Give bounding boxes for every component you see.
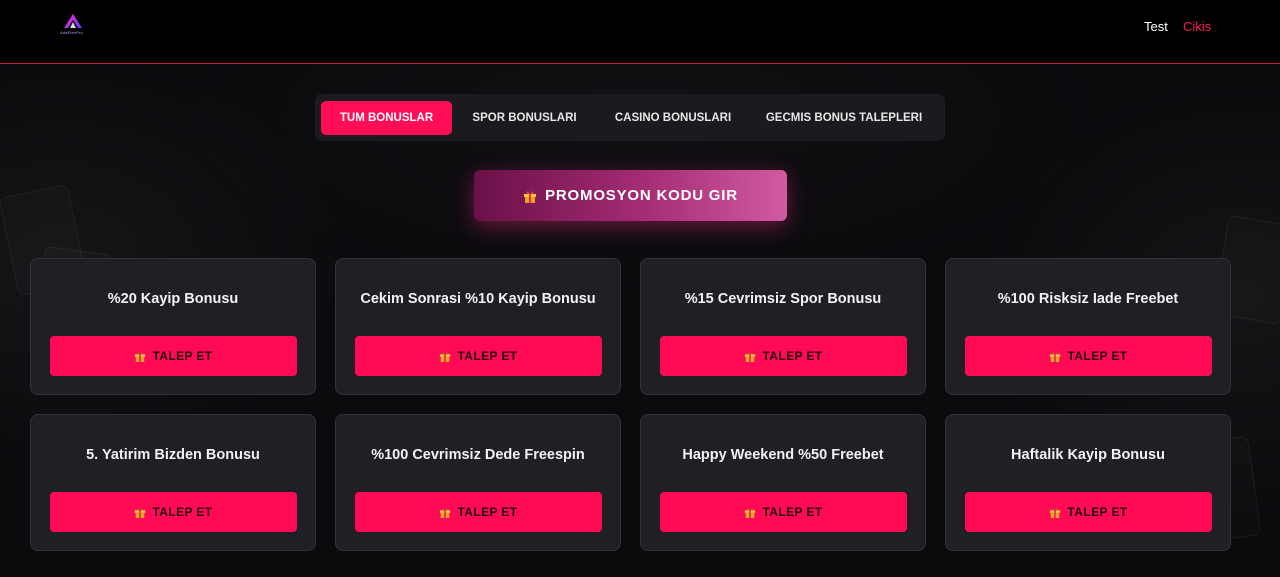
bonus-title: %15 Cevrimsiz Spor Bonusu — [684, 291, 882, 307]
bonus-card: %100 Cevrimsiz Dede Freespin TALEP ET — [335, 414, 621, 551]
bonus-category-tabs: TUM BONUSLAR SPOR BONUSLARI CASINO BONUS… — [315, 94, 945, 141]
claim-label: TALEP ET — [762, 349, 823, 363]
bonus-title: %100 Cevrimsiz Dede Freespin — [371, 447, 585, 463]
tab-past-bonus-requests[interactable]: GECMIS BONUS TALEPLERI — [749, 101, 939, 135]
bonus-title: %20 Kayip Bonusu — [107, 291, 239, 307]
claim-label: TALEP ET — [1067, 505, 1128, 519]
bonus-grid: %20 Kayip Bonusu TALEP ET Cekim Sonrasi … — [30, 258, 1231, 551]
gift-icon — [745, 508, 756, 518]
bonus-card: 5. Yatirim Bizden Bonusu TALEP ET — [30, 414, 316, 551]
bonus-title: %100 Risksiz Iade Freebet — [997, 291, 1179, 307]
claim-button[interactable]: TALEP ET — [50, 336, 297, 376]
claim-label: TALEP ET — [762, 505, 823, 519]
bonus-title: Happy Weekend %50 Freebet — [682, 447, 884, 463]
tab-sports-bonuses[interactable]: SPOR BONUSLARI — [452, 101, 597, 135]
claim-label: TALEP ET — [457, 505, 518, 519]
gift-icon — [524, 190, 537, 203]
bonus-card: %100 Risksiz Iade Freebet TALEP ET — [945, 258, 1231, 395]
bonus-card: Cekim Sonrasi %10 Kayip Bonusu TALEP ET — [335, 258, 621, 395]
tab-label: GECMIS BONUS TALEPLERI — [765, 111, 923, 124]
claim-button[interactable]: TALEP ET — [660, 492, 907, 532]
gift-icon — [1050, 352, 1061, 362]
bonus-title: 5. Yatirim Bizden Bonusu — [86, 447, 260, 463]
bonus-title: Cekim Sonrasi %10 Kayip Bonusu — [360, 291, 596, 307]
gift-icon — [440, 508, 451, 518]
bonus-card: Happy Weekend %50 Freebet TALEP ET — [640, 414, 926, 551]
gift-icon — [135, 508, 146, 518]
tab-casino-bonuses[interactable]: CASINO BONUSLARI — [597, 101, 749, 135]
bonus-card: Haftalik Kayip Bonusu TALEP ET — [945, 414, 1231, 551]
claim-button[interactable]: TALEP ET — [965, 492, 1212, 532]
claim-label: TALEP ET — [152, 505, 213, 519]
claim-label: TALEP ET — [1067, 349, 1128, 363]
claim-button[interactable]: TALEP ET — [355, 492, 602, 532]
user-name[interactable]: Test — [1144, 19, 1168, 34]
top-header: AdaFlexPro Test Cikis — [0, 0, 1280, 64]
gift-icon — [1050, 508, 1061, 518]
bonus-card: %20 Kayip Bonusu TALEP ET — [30, 258, 316, 395]
bonus-card: %15 Cevrimsiz Spor Bonusu TALEP ET — [640, 258, 926, 395]
gift-icon — [135, 352, 146, 362]
promo-label: PROMOSYON KODU GIR — [545, 187, 738, 204]
gift-icon — [745, 352, 756, 362]
claim-button[interactable]: TALEP ET — [355, 336, 602, 376]
claim-button[interactable]: TALEP ET — [965, 336, 1212, 376]
bonus-title: Haftalik Kayip Bonusu — [1011, 447, 1165, 463]
logout-link[interactable]: Cikis — [1183, 19, 1211, 34]
tab-all-bonuses[interactable]: TUM BONUSLAR — [321, 100, 452, 135]
logo-icon[interactable] — [60, 12, 90, 40]
claim-label: TALEP ET — [152, 349, 213, 363]
enter-promo-code-button[interactable]: PROMOSYON KODU GIR — [474, 170, 787, 221]
claim-button[interactable]: TALEP ET — [50, 492, 297, 532]
logo-text: AdaFlexPro — [60, 30, 83, 35]
tab-label: CASINO BONUSLARI — [614, 111, 732, 124]
gift-icon — [440, 352, 451, 362]
claim-button[interactable]: TALEP ET — [660, 336, 907, 376]
tab-label: SPOR BONUSLARI — [472, 111, 577, 124]
tab-label: TUM BONUSLAR — [339, 111, 434, 124]
claim-label: TALEP ET — [457, 349, 518, 363]
